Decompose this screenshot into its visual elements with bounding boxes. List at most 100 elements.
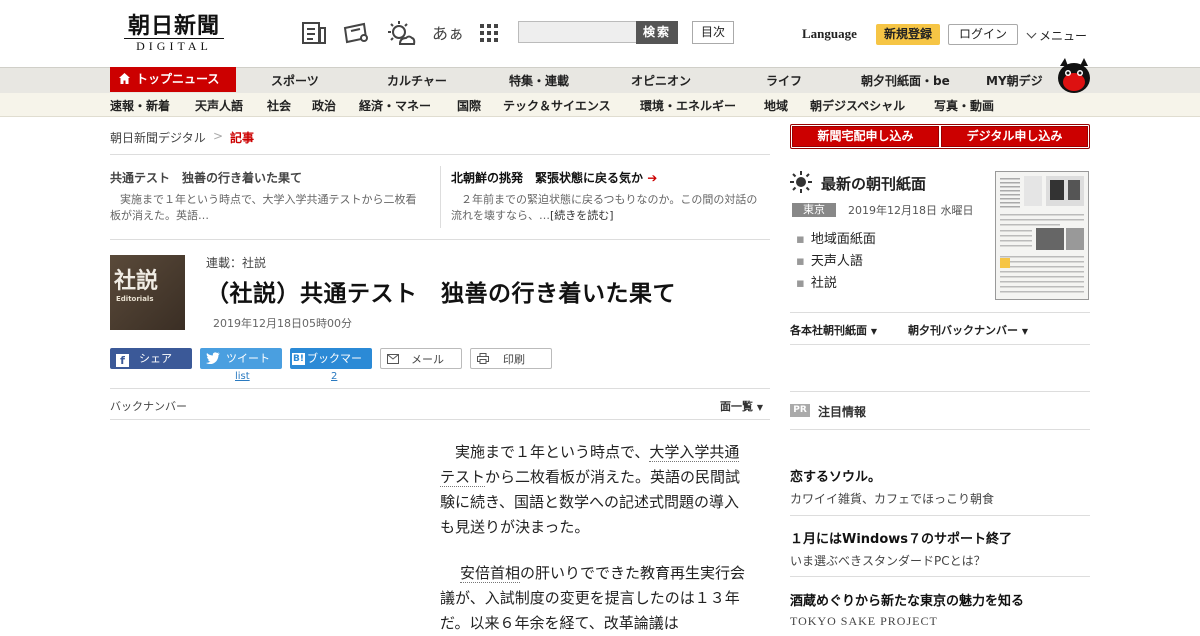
- nav-top-news-label: トップニュース: [136, 72, 220, 86]
- nav-tensei[interactable]: 天声人語: [195, 97, 243, 114]
- nav-tech[interactable]: テック＆サイエンス: [503, 97, 611, 114]
- logo-jp: 朝日新聞: [127, 13, 220, 39]
- login-button[interactable]: ログイン: [948, 24, 1018, 45]
- related-summary: 実施まで１年という時点で、大学入学共通テストから二枚看板が消えた。英語…: [110, 193, 417, 222]
- pr-item[interactable]: 恋するソウル。 カワイイ雑貨、カフェでほっこり朝食: [790, 466, 1090, 507]
- region-badge: 東京: [792, 203, 836, 217]
- divider: [110, 388, 770, 389]
- related-article-2[interactable]: 北朝鮮の挑発 緊張状態に戻る気か ➔ ２年前までの緊迫状態に戻るつもりなのか。こ…: [451, 169, 767, 224]
- topic-link[interactable]: 安倍首相: [460, 564, 521, 583]
- divider: [110, 239, 770, 240]
- facebook-share-button[interactable]: f シェア: [110, 348, 192, 369]
- nav-politics[interactable]: 政治: [312, 97, 336, 114]
- mascot-icon[interactable]: [1054, 56, 1094, 94]
- facebook-icon: f: [116, 354, 129, 367]
- print-icon: [477, 350, 489, 371]
- article-headline: （社説）共通テスト 独善の行き着いた果て: [206, 280, 676, 307]
- divider: [790, 429, 1090, 430]
- caret-down-icon: ▼: [870, 327, 877, 336]
- nav-opinion[interactable]: オピニオン: [631, 72, 691, 89]
- search-input[interactable]: [518, 21, 636, 43]
- read-more-link[interactable]: [続きを読む]: [550, 209, 614, 222]
- nav-region[interactable]: 地域: [764, 97, 788, 114]
- paragraph-text: 実施まで１年という時点で、: [455, 443, 650, 461]
- pr-item-subtitle: いま選ぶべきスタンダードPCとは？: [790, 554, 986, 568]
- nav-life[interactable]: ライフ: [766, 72, 802, 89]
- divider: [110, 154, 770, 155]
- paper-link-region[interactable]: ▪ 地域面紙面: [796, 228, 876, 247]
- pr-item-subtitle: カワイイ雑貨、カフェでほっこり朝食: [790, 492, 995, 506]
- search-button[interactable]: 検索: [636, 21, 678, 44]
- divider: [790, 576, 1090, 577]
- nav-top-news[interactable]: トップニュース: [110, 67, 236, 92]
- home-delivery-button[interactable]: 新聞宅配申し込み: [792, 126, 939, 147]
- hatena-count[interactable]: 2: [331, 371, 337, 382]
- nav-international[interactable]: 国際: [457, 97, 481, 114]
- nav-paper[interactable]: 朝夕刊紙面・be: [861, 72, 950, 89]
- pr-item-subtitle: TOKYO SAKE PROJECT: [790, 614, 938, 628]
- news-icon[interactable]: [300, 20, 328, 46]
- latest-paper-title[interactable]: 最新の朝刊紙面: [821, 173, 926, 194]
- pr-item[interactable]: １月にはWindows７のサポート終了 いま選ぶべきスタンダードPCとは？: [790, 528, 1090, 569]
- mail-label: メール: [411, 353, 444, 366]
- print-button[interactable]: 印刷: [470, 348, 552, 369]
- hatena-bookmark-button[interactable]: B! ブックマーク: [290, 348, 372, 386]
- nav-special[interactable]: 朝デジスペシャル: [810, 97, 905, 114]
- divider: [110, 419, 770, 420]
- breadcrumb-separator: >: [213, 129, 224, 143]
- caret-down-icon: ▼: [756, 403, 763, 412]
- hatena-icon: B!: [292, 353, 305, 365]
- digital-subscribe-button[interactable]: デジタル申し込み: [941, 126, 1088, 147]
- mail-share-button[interactable]: メール: [380, 348, 462, 369]
- related-article-1[interactable]: 共通テスト 独善の行き着いた果て 実施まで１年という時点で、大学入学共通テストか…: [110, 169, 426, 224]
- register-button[interactable]: 新規登録: [876, 24, 940, 45]
- paper-link-tensei[interactable]: ▪ 天声人語: [796, 250, 863, 269]
- editorial-thumbnail: 社説 Editorials: [110, 255, 185, 330]
- apps-icon[interactable]: [476, 20, 504, 46]
- arrow-right-icon: ➔: [647, 171, 658, 185]
- paper-link-editorial[interactable]: ▪ 社説: [796, 272, 837, 291]
- backnumber-link[interactable]: バックナンバー: [110, 398, 187, 414]
- divider: [440, 166, 441, 228]
- twitter-count[interactable]: list: [235, 371, 250, 382]
- series-label[interactable]: 連載：社説: [206, 254, 266, 271]
- nav-environment[interactable]: 環境・エネルギー: [640, 97, 736, 114]
- article-date: 2019年12月18日05時00分: [213, 317, 352, 330]
- ticket-icon[interactable]: [342, 20, 370, 46]
- nav-society[interactable]: 社会: [267, 97, 291, 114]
- site-logo[interactable]: 朝日新聞 DIGITAL: [118, 14, 230, 54]
- print-label: 印刷: [503, 353, 525, 366]
- nav-culture[interactable]: カルチャー: [387, 72, 447, 89]
- language-link[interactable]: Language: [802, 26, 857, 42]
- home-icon: [119, 68, 130, 93]
- divider: [790, 344, 1090, 345]
- thumb-subtitle: Editorials: [116, 295, 154, 303]
- pr-heading: 注目情報: [818, 405, 867, 419]
- chevron-down-icon: [1026, 28, 1037, 39]
- pr-item-title: 酒蔵めぐりから新たな東京の魅力を知る: [790, 594, 1025, 609]
- toc-button[interactable]: 目次: [692, 21, 734, 44]
- divider: [790, 515, 1090, 516]
- related-title: 北朝鮮の挑発 緊張状態に戻る気か: [451, 171, 644, 185]
- nav-my-asadigi[interactable]: MY朝デジ: [986, 72, 1043, 89]
- newspaper-thumbnail[interactable]: [995, 171, 1089, 300]
- pr-badge: PR: [790, 404, 810, 417]
- weather-icon[interactable]: [386, 20, 416, 46]
- regional-papers-dropdown[interactable]: 各本社朝刊紙面 ▼: [790, 322, 877, 338]
- logo-en: DIGITAL: [124, 38, 224, 53]
- menu-button[interactable]: メニュー: [1026, 27, 1087, 44]
- nav-photo-video[interactable]: 写真・動画: [934, 97, 994, 114]
- page-list-dropdown[interactable]: 面一覧 ▼: [720, 398, 763, 414]
- font-size-icon[interactable]: あぁ: [432, 20, 464, 44]
- article-paragraph: 実施まで１年という時点で、大学入学共通テストから二枚看板が消えた。英語の民間試験…: [440, 440, 752, 540]
- nav-sports[interactable]: スポーツ: [271, 72, 319, 89]
- paper-date: 2019年12月18日 水曜日: [848, 204, 974, 217]
- nav-economy[interactable]: 経済・マネー: [359, 97, 431, 114]
- twitter-share-button[interactable]: ツイート: [200, 348, 282, 369]
- thumb-title: 社説: [114, 268, 159, 294]
- nav-features[interactable]: 特集・連載: [509, 72, 569, 89]
- pr-item[interactable]: 酒蔵めぐりから新たな東京の魅力を知る TOKYO SAKE PROJECT: [790, 590, 1090, 629]
- paper-backnumber-dropdown[interactable]: 朝夕刊バックナンバー ▼: [908, 322, 1028, 338]
- nav-breaking[interactable]: 速報・新着: [110, 97, 170, 114]
- breadcrumb-home[interactable]: 朝日新聞デジタル: [110, 129, 206, 146]
